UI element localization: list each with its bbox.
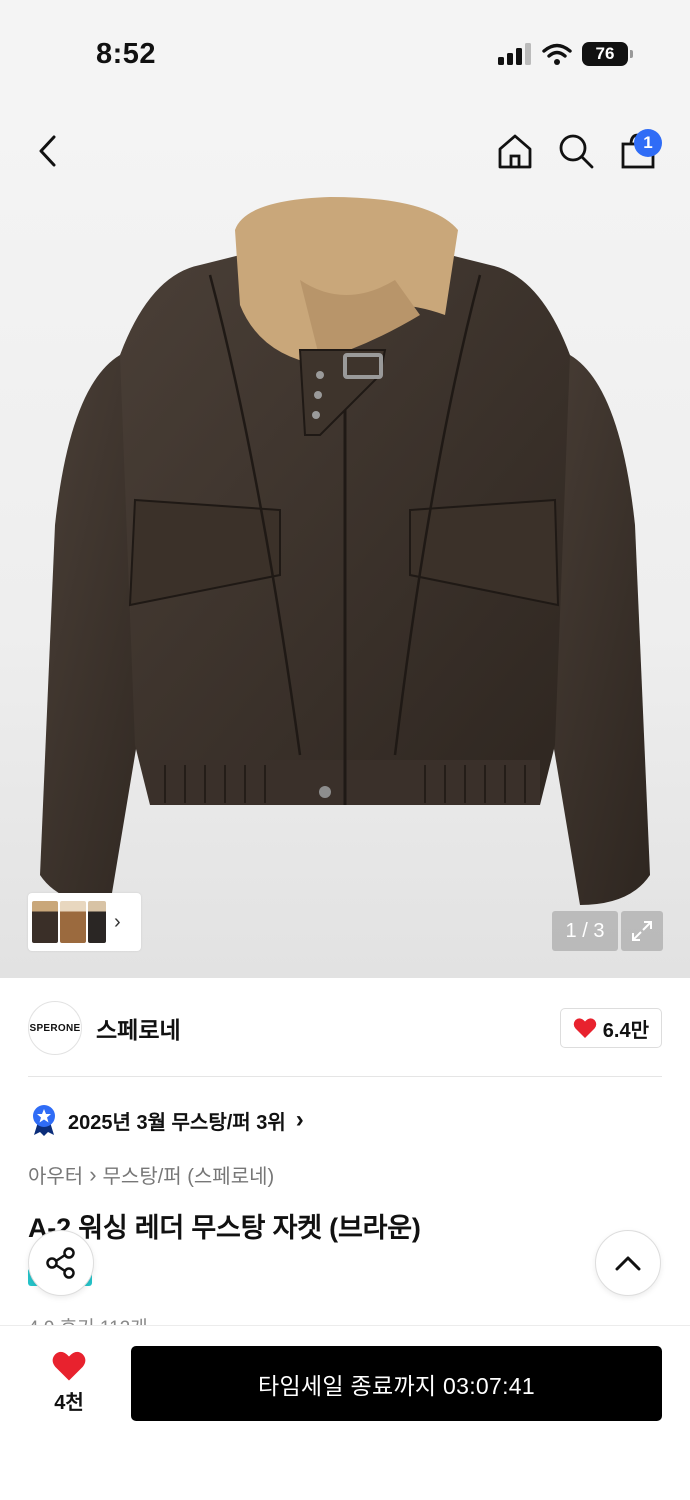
thumbnail-tan[interactable] xyxy=(60,901,86,943)
back-button[interactable] xyxy=(24,127,72,175)
signal-icon xyxy=(498,43,531,65)
buy-button[interactable]: 타임세일 종료까지 03:07:41 xyxy=(131,1346,662,1421)
chevron-right-icon: › xyxy=(114,910,121,933)
expand-icon xyxy=(632,921,652,941)
home-icon xyxy=(498,134,532,169)
product-image[interactable] xyxy=(0,105,690,978)
brand-logo[interactable]: SPERONE xyxy=(28,1001,82,1055)
heart-icon xyxy=(573,1018,597,1038)
heart-icon xyxy=(52,1351,86,1381)
home-button[interactable] xyxy=(491,127,539,175)
brand-row: SPERONE 스페로네 6.4만 xyxy=(28,1000,662,1056)
thumbnail-brown[interactable] xyxy=(32,901,58,943)
ranking-text: 2025년 3월 무스탕/퍼 3위 xyxy=(68,1111,286,1134)
top-navigation: 1 xyxy=(0,105,690,200)
status-bar: 8:52 76 xyxy=(0,0,690,105)
status-time: 8:52 xyxy=(96,38,157,70)
share-button[interactable] xyxy=(28,1230,94,1296)
share-icon xyxy=(46,1247,75,1279)
chevron-right-icon: › xyxy=(295,1106,304,1133)
thumbnail-dark[interactable] xyxy=(88,901,106,943)
scroll-top-button[interactable] xyxy=(595,1230,661,1296)
image-counter: 1 / 3 xyxy=(552,911,618,951)
wifi-icon xyxy=(542,43,572,65)
status-icons: 76 xyxy=(498,42,633,66)
ranking-link[interactable]: 2025년 3월 무스탕/퍼 3위 › xyxy=(30,1104,304,1136)
divider xyxy=(28,1076,662,1077)
thumbnail-strip[interactable]: › xyxy=(28,893,141,951)
bottom-action-bar: 4천 타임세일 종료까지 03:07:41 xyxy=(0,1325,690,1500)
search-icon xyxy=(559,134,594,169)
ranking-badge-icon xyxy=(33,1105,55,1136)
chevron-left-icon xyxy=(39,135,56,167)
cart-badge: 1 xyxy=(634,129,662,157)
battery-indicator: 76 xyxy=(582,42,633,66)
breadcrumb: 아우터 › 무스탕/퍼 (스페로네) xyxy=(28,1160,274,1189)
breadcrumb-category[interactable]: 아우터 xyxy=(28,1160,83,1189)
chevron-up-icon xyxy=(615,1256,641,1271)
expand-button[interactable] xyxy=(621,911,663,951)
wishlist-count: 4천 xyxy=(54,1392,84,1414)
wishlist-button[interactable]: 4천 xyxy=(34,1350,104,1415)
chevron-right-icon: › xyxy=(89,1161,97,1187)
rating-summary[interactable]: 4.9 후기 112개 xyxy=(28,1313,148,1325)
search-button[interactable] xyxy=(552,127,600,175)
brand-name[interactable]: 스페로네 xyxy=(96,1011,181,1045)
breadcrumb-subcategory[interactable]: 무스탕/퍼 (스페로네) xyxy=(103,1160,275,1189)
brand-like-count: 6.4만 xyxy=(602,1019,649,1042)
product-title: A-2 워싱 레더 무스탕 자켓 (브라운) xyxy=(28,1213,421,1243)
jacket-illustration xyxy=(40,197,650,905)
brand-like-button[interactable]: 6.4만 xyxy=(559,1008,662,1048)
